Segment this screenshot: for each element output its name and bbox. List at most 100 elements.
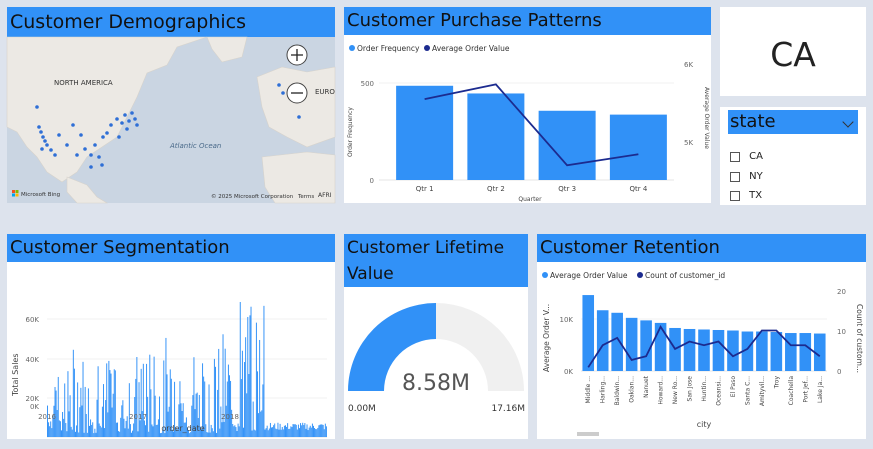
purchase-y2label: Average Order Value (703, 87, 710, 149)
ret-ylabel: Average Order V... (542, 304, 551, 372)
retention-city-label: San Jose (687, 376, 694, 402)
purchase-card: Customer Purchase Patterns Order Frequen… (344, 7, 711, 203)
retention-city-label: New Ro... (672, 376, 679, 404)
checkbox[interactable] (730, 171, 740, 182)
purchase-y2tick-5k: 5K (684, 139, 693, 147)
purchase-category-label: Qtr 3 (558, 185, 576, 193)
retention-bar[interactable] (756, 331, 768, 371)
slicer-title: state (730, 111, 776, 132)
seg-ytick-40k: 40K (26, 356, 40, 364)
retention-city-label: Troy (773, 376, 780, 390)
state-kpi-value: CA (770, 35, 816, 74)
retention-city-label: Santa C... (744, 376, 751, 405)
legend-count-customer-id: Count of customer_id (645, 271, 725, 280)
seg-xtick-2016: 2016 (38, 413, 56, 421)
checkbox[interactable] (730, 151, 740, 162)
retention-bar[interactable] (683, 328, 696, 371)
purchase-ylabel: Order Frequency (347, 107, 354, 157)
slicer-option-tx[interactable]: TX (730, 185, 762, 201)
purchase-y2tick-6k: 6K (684, 61, 693, 69)
retention-bar[interactable] (640, 320, 652, 371)
retention-city-label: Howard... (658, 376, 665, 405)
retention-city-label: Baldwin... (614, 376, 621, 405)
checkbox[interactable] (730, 190, 740, 201)
retention-city-label: Coachella (788, 376, 795, 406)
retention-city-label: Nanuet (643, 375, 650, 397)
retention-city-label: Oceansi... (715, 376, 722, 406)
ret-ytick-0k: 0K (564, 368, 573, 376)
retention-bar[interactable] (698, 329, 710, 371)
demographics-title: Customer Demographics (7, 7, 335, 37)
retention-bar[interactable] (712, 329, 725, 371)
retention-bar[interactable] (654, 322, 667, 371)
retention-bar[interactable] (611, 312, 623, 371)
segmentation-axis: 0K 2016 2017 2018 order_date (30, 403, 239, 433)
retention-bar[interactable] (770, 332, 783, 371)
retention-bar[interactable] (596, 310, 609, 371)
purchase-title: Customer Purchase Patterns (344, 7, 711, 35)
retention-city-label: Harling... (600, 376, 607, 403)
seg-ytick-0k-axis: 0K (30, 403, 39, 411)
slicer-option-label: NY (749, 171, 763, 182)
seg-xtick-2017: 2017 (129, 413, 147, 421)
purchase-category-label: Qtr 1 (416, 185, 434, 193)
map[interactable]: NORTH AMERICA EURO Atlantic Ocean AFRI M… (6, 36, 335, 204)
ret-y2tick-10: 10 (837, 328, 846, 336)
purchase-bar[interactable] (609, 114, 667, 180)
map-label-north-america: NORTH AMERICA (54, 79, 113, 87)
ret-ytick-10k: 10K (560, 316, 574, 324)
lifetime-value: 8.58M (402, 371, 470, 396)
ret-y2label: Count of custom... (855, 304, 864, 373)
zoom-out-button[interactable] (286, 82, 308, 104)
map-copyright: © 2025 Microsoft Corporation (211, 193, 294, 200)
lifetime-title: Customer Lifetime Value (344, 234, 528, 287)
seg-ytick-60k: 60K (26, 316, 40, 324)
demographics-card: Customer Demographics NORTH AMERICA EURO… (6, 7, 335, 204)
purchase-category-label: Qtr 4 (629, 185, 647, 193)
slicer-option-label: TX (749, 190, 763, 201)
retention-bar[interactable] (785, 333, 797, 371)
slicer-header[interactable]: state (728, 110, 858, 134)
seg-xlabel: order_date (161, 424, 204, 433)
map-terms[interactable]: Terms (297, 194, 314, 200)
purchase-ytick-0: 0 (370, 177, 374, 185)
map-label-ocean: Atlantic Ocean (169, 142, 221, 150)
retention-city-label: Middle ... (585, 376, 592, 404)
slicer-option-ca[interactable]: CA (730, 146, 763, 162)
ret-y2tick-0: 0 (837, 368, 841, 376)
slicer-option-label: CA (749, 151, 763, 162)
lifetime-gauge: 8.58M 0.00M 17.16M (348, 303, 525, 414)
bing-label: Microsoft Bing (21, 192, 60, 198)
purchase-bar[interactable] (396, 85, 454, 180)
retention-bar[interactable] (799, 333, 812, 371)
retention-bar[interactable] (625, 317, 638, 371)
slicer-option-ny[interactable]: NY (730, 166, 763, 182)
zoom-in-button[interactable] (286, 44, 308, 66)
retention-city-label: Port Jef... (802, 376, 809, 403)
segmentation-card: Customer Segmentation 60K 40K 20K 0K Tot… (7, 234, 335, 439)
chevron-down-icon (842, 116, 854, 128)
seg-ylabel: Total Sales (11, 353, 20, 397)
retention-city-label: Oaklan... (629, 376, 636, 403)
ret-y2tick-20: 20 (837, 288, 846, 296)
seg-xtick-2018: 2018 (221, 413, 239, 421)
lifetime-card: Customer Lifetime Value 8.58M 0.00M 17.1… (344, 234, 528, 439)
legend-order-frequency: Order Frequency (357, 44, 420, 53)
purchase-chart: Order Frequency Average Order Value 500 … (347, 44, 710, 203)
legend-average-order-value: Average Order Value (432, 44, 510, 53)
retention-city-label: El Paso (730, 376, 737, 398)
ret-xlabel: city (697, 420, 712, 429)
retention-city-label: Lake Ja... (817, 376, 824, 403)
retention-city-label: Huntin... (701, 376, 708, 402)
legend-average-order-value: Average Order Value (550, 271, 628, 280)
purchase-aov-line (424, 83, 639, 167)
lifetime-max: 17.16M (491, 404, 525, 414)
map-label-europe: EURO (315, 88, 335, 96)
retention-chart: Average Order Value Count of customer_id… (542, 271, 864, 436)
purchase-bar[interactable] (538, 110, 596, 180)
map-label-africa: AFRI (318, 192, 332, 199)
state-slicer: state CA NY TX (720, 107, 866, 205)
horizontal-scrollbar[interactable] (577, 432, 599, 436)
purchase-legend: Order Frequency Average Order Value (349, 44, 510, 53)
retention-bar[interactable] (727, 330, 739, 372)
